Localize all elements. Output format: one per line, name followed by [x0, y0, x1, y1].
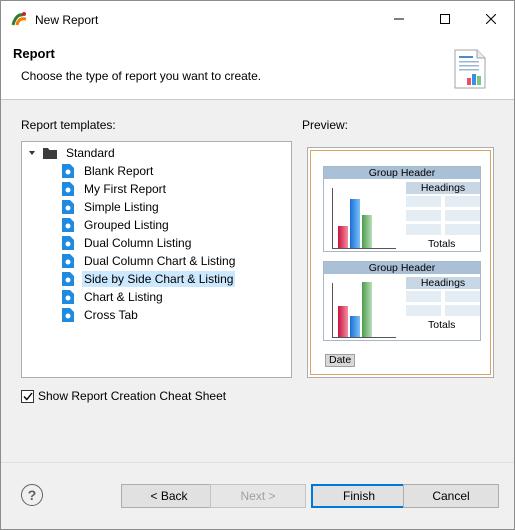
- table-cell: [445, 305, 480, 316]
- report-document-icon: [62, 254, 74, 268]
- report-document-icon: [62, 218, 74, 232]
- page-title: Report: [13, 46, 55, 61]
- maximize-button[interactable]: [422, 1, 468, 37]
- tree-item[interactable]: Blank Report: [62, 162, 155, 180]
- preview-label: Preview:: [302, 118, 349, 132]
- table-cell: [406, 210, 441, 221]
- chart-axis-y: [332, 188, 333, 248]
- report-wizard-icon: [454, 49, 486, 89]
- maximize-icon: [440, 14, 450, 24]
- cancel-button[interactable]: Cancel: [403, 484, 499, 508]
- template-label: Blank Report: [84, 164, 154, 178]
- checkmark-icon: [22, 392, 33, 401]
- table-cell: [445, 224, 480, 235]
- group-header-label: Group Header: [324, 262, 480, 274]
- chart-bar: [350, 199, 360, 248]
- template-label: Dual Column Chart & Listing: [84, 254, 236, 268]
- report-document-icon: [62, 236, 74, 250]
- tree-category-standard[interactable]: Standard: [26, 144, 117, 162]
- close-button[interactable]: [468, 1, 514, 37]
- template-label: Simple Listing: [84, 200, 159, 214]
- tree-item[interactable]: Grouped Listing: [62, 216, 171, 234]
- templates-label: Report templates:: [21, 118, 116, 132]
- cheat-sheet-label: Show Report Creation Cheat Sheet: [38, 389, 227, 403]
- report-document-icon: [62, 164, 74, 178]
- totals-label: Totals: [428, 238, 456, 250]
- headings-label: Headings: [406, 182, 480, 194]
- window-title: New Report: [35, 13, 99, 27]
- cheat-sheet-option[interactable]: Show Report Creation Cheat Sheet: [21, 389, 226, 403]
- date-label: Date: [325, 354, 356, 367]
- preview-group-block: Group Header Headings Totals: [323, 261, 481, 341]
- category-label: Standard: [66, 146, 115, 160]
- chart-bar: [362, 215, 372, 248]
- minimize-icon: [394, 18, 404, 20]
- template-label: Side by Side Chart & Listing: [82, 271, 236, 287]
- tree-item[interactable]: Dual Column Chart & Listing: [62, 252, 237, 270]
- wizard-header: Report Choose the type of report you wan…: [1, 39, 514, 100]
- chart-bar: [362, 282, 372, 337]
- app-logo-icon: [11, 12, 27, 26]
- preview-image: Group Header Headings Totals Group Heade…: [310, 150, 491, 375]
- table-cell: [406, 224, 441, 235]
- finish-button[interactable]: Finish: [311, 484, 407, 508]
- close-icon: [486, 14, 496, 24]
- title-bar: New Report: [1, 1, 514, 39]
- tree-item[interactable]: Simple Listing: [62, 198, 161, 216]
- template-label: Dual Column Listing: [84, 236, 192, 250]
- new-report-dialog: New Report Report Choose the type of rep…: [0, 0, 515, 530]
- table-cell: [445, 291, 480, 302]
- collapse-toggle-icon[interactable]: [26, 144, 38, 162]
- report-document-icon: [62, 272, 74, 286]
- tree-item-selected[interactable]: Side by Side Chart & Listing: [62, 270, 236, 288]
- tree-item[interactable]: Chart & Listing: [62, 288, 165, 306]
- preview-group-block: Group Header Headings Totals: [323, 166, 481, 252]
- folder-icon: [43, 148, 57, 159]
- tree-item[interactable]: Dual Column Listing: [62, 234, 193, 252]
- table-cell: [406, 196, 441, 207]
- chart-bar: [338, 226, 348, 248]
- table-cell: [445, 210, 480, 221]
- help-button[interactable]: ?: [21, 484, 43, 506]
- group-header-label: Group Header: [324, 167, 480, 179]
- page-description: Choose the type of report you want to cr…: [21, 69, 262, 83]
- tree-item[interactable]: My First Report: [62, 180, 168, 198]
- headings-label: Headings: [406, 277, 480, 289]
- report-document-icon: [62, 200, 74, 214]
- tree-item[interactable]: Cross Tab: [62, 306, 140, 324]
- table-cell: [445, 196, 480, 207]
- template-label: Cross Tab: [84, 308, 138, 322]
- chart-bar: [338, 306, 348, 337]
- chart-axis-y: [332, 283, 333, 337]
- preview-panel: Group Header Headings Totals Group Heade…: [307, 147, 494, 378]
- table-cell: [406, 291, 441, 302]
- cheat-sheet-checkbox[interactable]: [21, 389, 34, 403]
- templates-tree[interactable]: Standard Blank Report My First Report Si…: [21, 141, 292, 378]
- report-document-icon: [62, 290, 74, 304]
- template-label: Chart & Listing: [84, 290, 163, 304]
- back-button[interactable]: < Back: [121, 484, 217, 508]
- totals-label: Totals: [428, 319, 456, 331]
- template-label: Grouped Listing: [84, 218, 169, 232]
- minimize-button[interactable]: [376, 1, 422, 37]
- next-button[interactable]: Next >: [210, 484, 306, 508]
- template-label: My First Report: [84, 182, 167, 196]
- footer-divider: [1, 462, 514, 463]
- chart-bar: [350, 316, 360, 337]
- report-document-icon: [62, 308, 74, 322]
- preview-bar-chart: [338, 199, 372, 248]
- preview-bar-chart: [338, 282, 372, 337]
- report-document-icon: [62, 182, 74, 196]
- table-cell: [406, 305, 441, 316]
